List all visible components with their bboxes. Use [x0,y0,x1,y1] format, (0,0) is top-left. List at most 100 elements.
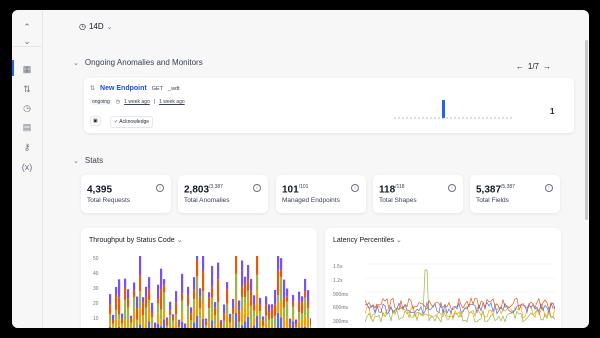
throughput-bar [160,326,163,328]
throughput-bar [229,324,232,328]
throughput-bar [298,291,301,301]
acknowledge-button[interactable]: ✓ Acknowledge [110,116,154,128]
throughput-bar [247,301,250,317]
throughput-bar [187,295,190,306]
latency-chart-title[interactable]: Latency Percentiles ⌄ [333,236,402,244]
throughput-bar [253,295,256,305]
throughput-bar [304,291,307,298]
throughput-bar [202,270,205,292]
throughput-bar [283,279,286,299]
stat-value: 118/118 [379,184,405,196]
variable-icon[interactable]: (x) [20,160,34,174]
throughput-bar [163,310,166,320]
swap-arrows-icon[interactable]: ⇅ [20,82,34,96]
info-icon[interactable]: i [448,184,456,192]
throughput-bar [238,310,241,323]
key-icon[interactable]: ⚷ [20,140,34,154]
info-icon[interactable]: i [545,184,553,192]
throughput-bar [301,296,304,303]
throughput-bar [277,256,280,271]
throughput-bar [259,297,262,305]
database-icon[interactable]: ▤ [20,120,34,134]
y-tick: 900ms [333,292,349,298]
throughput-bar [199,307,202,319]
collapse-chevron-icon[interactable]: ⌃ ⌄ [20,20,34,46]
throughput-bar [214,314,217,325]
throughput-bar [145,307,148,319]
first-seen-link[interactable]: 1 week ago [124,99,150,105]
throughput-bar [214,302,217,308]
throughput-bar [280,270,283,277]
info-icon[interactable]: i [253,184,261,192]
time-range-selector[interactable]: ◷ 14D ⌄ [79,22,113,31]
throughput-bar [289,323,292,328]
throughput-bar [241,310,244,326]
anomalies-section-header[interactable]: ⌄ Ongoing Anomalies and Monitors [73,58,203,67]
throughput-bar [253,304,256,311]
throughput-bar [190,307,193,314]
chevron-down-icon: ⌄ [73,157,79,165]
throughput-bar [286,316,289,328]
throughput-bar [208,292,211,298]
throughput-bar [133,290,136,298]
throughput-bar [130,318,133,323]
throughput-bar [202,318,205,328]
throughput-bar [175,302,178,315]
throughput-bar [226,314,229,328]
y-tick: 30 [93,286,99,292]
info-icon[interactable]: i [156,184,164,192]
stats-section-header[interactable]: ⌄ Stats [73,156,103,165]
throughput-bar [181,321,184,328]
throughput-bar [178,326,181,328]
scrollbar[interactable] [585,40,588,220]
throughput-chart-card: Throughput by Status Code ⌄ 50 40 30 20 … [81,228,317,328]
throughput-bar [169,325,172,328]
chevron-down-icon: ⌄ [176,237,183,244]
y-tick: 10 [93,316,99,322]
throughput-bar [310,318,311,322]
throughput-bar [280,258,283,271]
throughput-bar [265,322,268,328]
throughput-bar [301,302,304,314]
throughput-chart-title[interactable]: Throughput by Status Code ⌄ [89,236,182,244]
throughput-bar [175,320,178,328]
throughput-bar [199,296,202,308]
throughput-bar [211,320,214,328]
throughput-bar [157,323,160,328]
anomaly-count: 1 [550,107,555,116]
throughput-bar [163,284,166,293]
prev-arrow-icon[interactable]: ← [516,62,524,71]
throughput-bar [238,300,241,311]
throughput-bar [229,317,232,323]
throughput-bar [274,304,277,316]
anomaly-name[interactable]: New Endpoint [100,85,147,92]
stat-value: 101/101 [282,184,309,196]
chevron-down-icon: ⌄ [396,237,402,244]
next-arrow-icon[interactable]: → [543,62,551,71]
throughput-bar [112,320,115,324]
throughput-bar [181,273,184,294]
chart-toggle-button[interactable]: ▣ [90,116,101,126]
throughput-bar [277,302,280,313]
pager-label: 1/7 [527,62,539,71]
throughput-bar [292,306,295,316]
dashboard-grid-icon[interactable]: ▦ [20,62,34,76]
throughput-bar [187,286,190,296]
info-icon[interactable]: i [351,184,359,192]
throughput-bar [139,291,142,309]
throughput-bar [265,296,268,305]
throughput-bar [292,295,295,302]
throughput-bar [244,297,247,307]
throughput-bar [244,283,247,298]
throughput-bar [295,319,298,325]
throughput-bar [136,319,139,328]
throughput-bar [217,315,220,328]
throughput-bar [268,312,271,320]
throughput-bar [235,256,238,274]
throughput-bar [133,327,136,328]
last-seen-link[interactable]: 1 week ago [159,99,185,105]
stat-card-total-shapes: 118/118 Total Shapes i [373,175,463,213]
throughput-bar [196,256,199,260]
throughput-bar [286,296,289,302]
clock-icon[interactable]: ◷ [20,101,34,115]
